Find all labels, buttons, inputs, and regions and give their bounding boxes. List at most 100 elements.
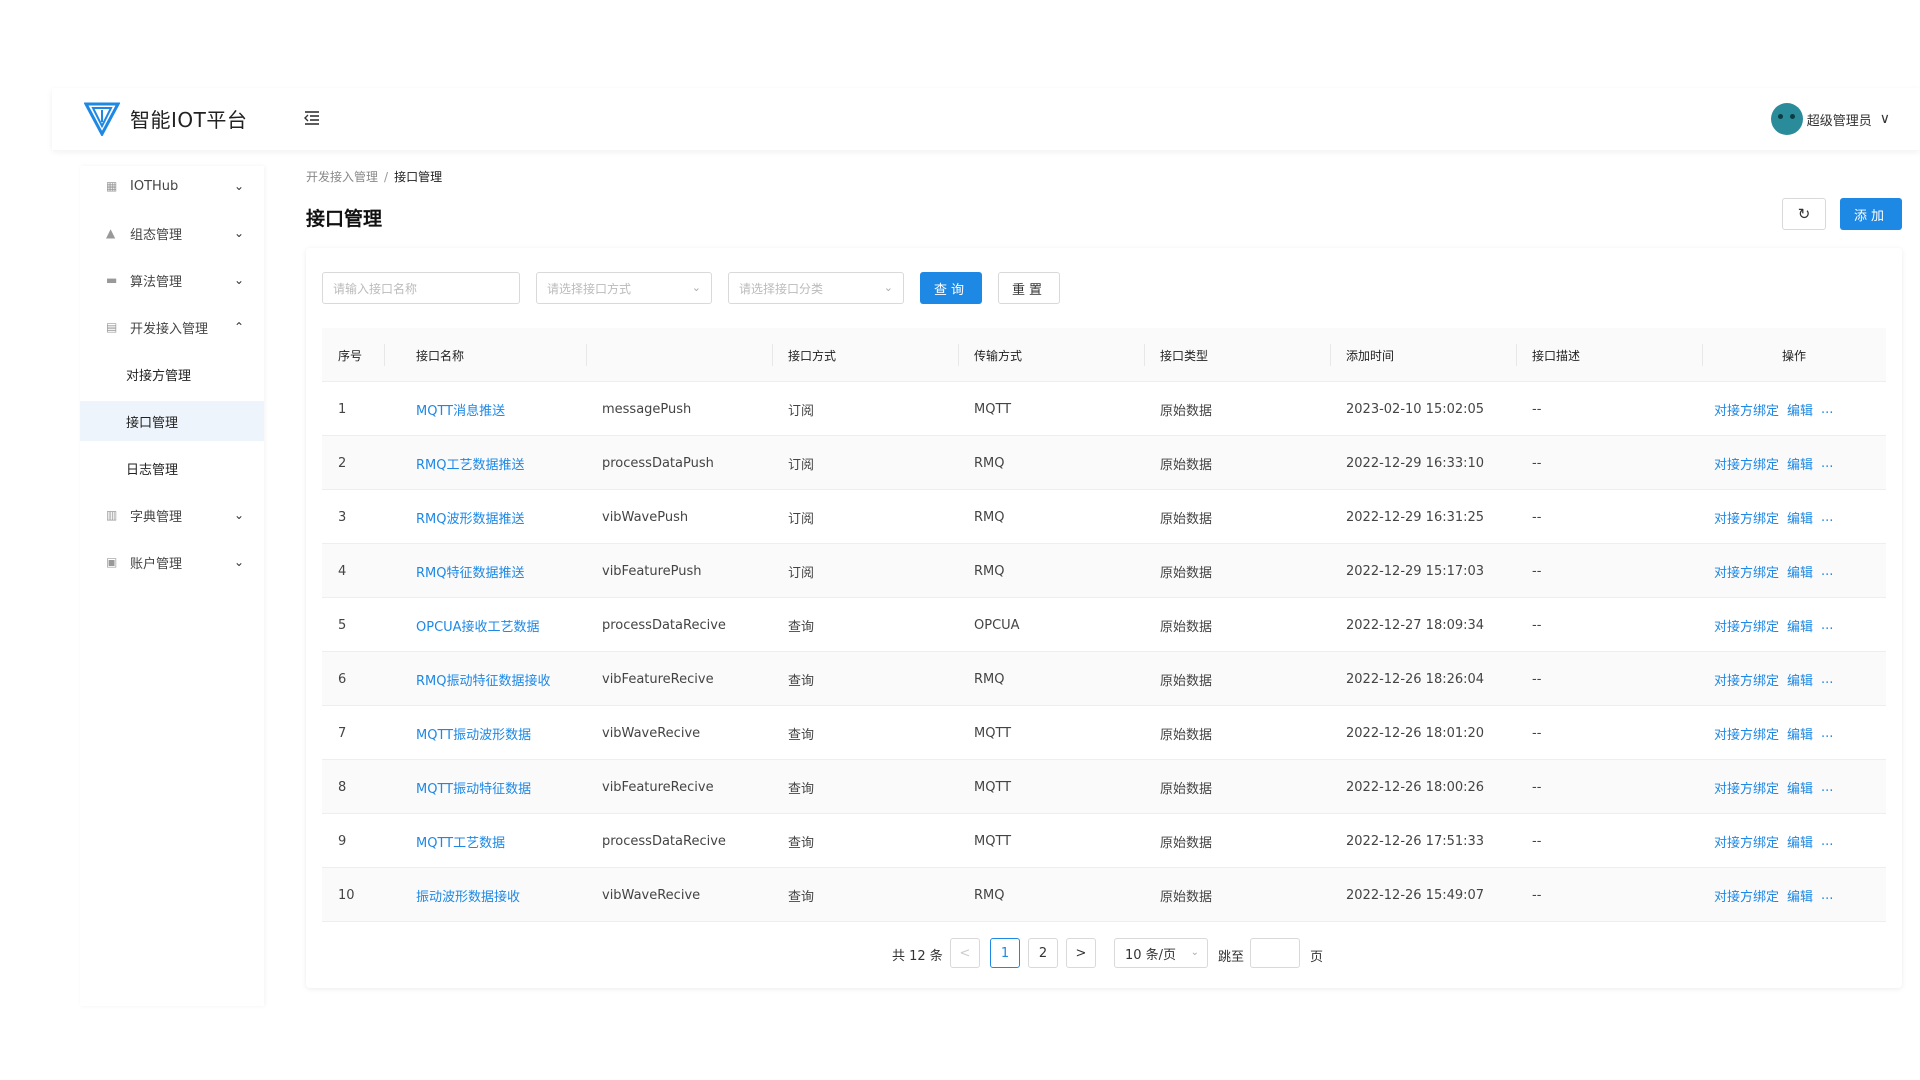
more-actions-link[interactable]: ... xyxy=(1821,510,1833,525)
col-header: 接口描述 xyxy=(1532,348,1581,363)
edit-link[interactable]: 编辑 xyxy=(1787,670,1813,689)
breadcrumb-parent[interactable]: 开发接入管理 xyxy=(306,170,378,184)
sidebar-subitem-interface[interactable]: 接口管理 xyxy=(80,401,264,441)
bind-partner-link[interactable]: 对接方绑定 xyxy=(1714,400,1779,419)
more-actions-link[interactable]: ... xyxy=(1821,564,1833,579)
select-placeholder: 请选择接口方式 xyxy=(547,281,632,296)
table-row: 7 MQTT振动波形数据 vibWaveRecive 查询 MQTT 原始数据 2022-1… xyxy=(322,706,1886,760)
bind-partner-link[interactable]: 对接方绑定 xyxy=(1714,616,1779,635)
bind-partner-link[interactable]: 对接方绑定 xyxy=(1714,670,1779,689)
cell-time: 2022-12-26 17:51:33 xyxy=(1346,833,1485,849)
col-header: 接口名称 xyxy=(416,348,465,363)
cell-name[interactable]: RMQ特征数据推送 xyxy=(416,544,524,598)
cell-name[interactable]: MQTT振动特征数据 xyxy=(416,760,531,814)
page-size-select[interactable]: 10 条/页 ⌄ xyxy=(1114,938,1208,968)
edit-link[interactable]: 编辑 xyxy=(1787,454,1813,473)
sidebar-item-dev-access[interactable]: ▤ 开发接入管理 ⌃ xyxy=(80,307,264,347)
bind-partner-link[interactable]: 对接方绑定 xyxy=(1714,454,1779,473)
bind-partner-link[interactable]: 对接方绑定 xyxy=(1714,778,1779,797)
cell-desc: -- xyxy=(1532,887,1542,903)
cell-name[interactable]: RMQ波形数据推送 xyxy=(416,490,524,544)
cell-no: 5 xyxy=(338,617,347,633)
cell-time: 2022-12-26 18:26:04 xyxy=(1346,671,1485,687)
add-button[interactable]: 添加 xyxy=(1840,198,1902,230)
page-button-2[interactable]: 2 xyxy=(1028,938,1058,968)
bind-partner-link[interactable]: 对接方绑定 xyxy=(1714,562,1779,581)
cell-name[interactable]: OPCUA接收工艺数据 xyxy=(416,598,540,652)
table-row: 1 MQTT消息推送 messagePush 订阅 MQTT 原始数据 2023-02-10… xyxy=(322,382,1886,436)
interface-category-select[interactable]: 请选择接口分类 ⌄ xyxy=(728,272,904,304)
edit-link[interactable]: 编辑 xyxy=(1787,886,1813,905)
next-page-button[interactable]: > xyxy=(1066,938,1096,968)
table-row: 3 RMQ波形数据推送 vibWavePush 订阅 RMQ 原始数据 2022-12-29… xyxy=(322,490,1886,544)
col-header: 操作 xyxy=(1782,348,1807,363)
cell-method: 查询 xyxy=(788,727,815,743)
sidebar-subitem-log[interactable]: 日志管理 xyxy=(80,448,264,488)
table-row: 5 OPCUA接收工艺数据 processDataRecive 查询 OPCUA 原始数据… xyxy=(322,598,1886,652)
prev-page-button[interactable]: < xyxy=(950,938,980,968)
cell-transport: RMQ xyxy=(974,455,1005,471)
more-actions-link[interactable]: ... xyxy=(1821,402,1833,417)
cell-code: processDataPush xyxy=(602,455,714,471)
cell-name[interactable]: RMQ振动特征数据接收 xyxy=(416,652,550,706)
cell-name[interactable]: 振动波形数据接收 xyxy=(416,868,520,922)
interface-table: 序号 接口名称 接口方式 传输方式 接口类型 添加时间 接口描述 操作 1 MQT… xyxy=(322,328,1886,922)
sidebar-item-dictionary[interactable]: ▥ 字典管理 ⌄ xyxy=(80,495,264,535)
cell-no: 1 xyxy=(338,401,347,417)
chevron-down-icon: ⌄ xyxy=(234,508,245,522)
edit-link[interactable]: 编辑 xyxy=(1787,616,1813,635)
cell-type: 原始数据 xyxy=(1160,565,1213,581)
cell-desc: -- xyxy=(1532,401,1542,417)
more-actions-link[interactable]: ... xyxy=(1821,780,1833,795)
cell-name[interactable]: RMQ工艺数据推送 xyxy=(416,436,524,490)
sidebar-subitem-partner[interactable]: 对接方管理 xyxy=(80,354,264,394)
refresh-button[interactable]: ↻ xyxy=(1782,198,1826,230)
query-button[interactable]: 查询 xyxy=(920,272,982,304)
cell-code: vibWavePush xyxy=(602,509,689,525)
bind-partner-link[interactable]: 对接方绑定 xyxy=(1714,832,1779,851)
page-button-1[interactable]: 1 xyxy=(990,938,1020,968)
cell-name[interactable]: MQTT消息推送 xyxy=(416,382,505,436)
cell-no: 9 xyxy=(338,833,347,849)
chevron-down-icon: ⌄ xyxy=(234,273,245,287)
cell-actions: 对接方绑定 编辑... xyxy=(1714,490,1841,544)
more-actions-link[interactable]: ... xyxy=(1821,834,1833,849)
cell-transport: MQTT xyxy=(974,779,1012,795)
sidebar-item-iothub[interactable]: ▦ IOTHub ⌄ xyxy=(80,166,264,206)
edit-link[interactable]: 编辑 xyxy=(1787,562,1813,581)
interface-method-select[interactable]: 请选择接口方式 ⌄ xyxy=(536,272,712,304)
sidebar-item-account[interactable]: ▣ 账户管理 ⌄ xyxy=(80,542,264,582)
pagination: 共 12 条 < 1 2 > 10 条/页 ⌄ 跳至 页 xyxy=(306,938,1902,970)
jump-page-input[interactable] xyxy=(1250,938,1300,968)
bind-partner-link[interactable]: 对接方绑定 xyxy=(1714,724,1779,743)
edit-link[interactable]: 编辑 xyxy=(1787,778,1813,797)
chevron-down-icon: ⌄ xyxy=(1190,947,1199,958)
more-actions-link[interactable]: ... xyxy=(1821,672,1833,687)
reset-button[interactable]: 重置 xyxy=(998,272,1060,304)
edit-link[interactable]: 编辑 xyxy=(1787,508,1813,527)
cell-method: 订阅 xyxy=(788,457,815,473)
cell-type: 原始数据 xyxy=(1160,403,1213,419)
edit-link[interactable]: 编辑 xyxy=(1787,400,1813,419)
cell-name[interactable]: MQTT振动波形数据 xyxy=(416,706,531,760)
cell-no: 2 xyxy=(338,455,347,471)
chevron-down-icon: ⌄ xyxy=(883,281,893,294)
app-logo[interactable]: 智能IOT平台 xyxy=(84,100,247,136)
cell-name[interactable]: MQTT工艺数据 xyxy=(416,814,505,868)
edit-link[interactable]: 编辑 xyxy=(1787,724,1813,743)
bind-partner-link[interactable]: 对接方绑定 xyxy=(1714,886,1779,905)
more-actions-link[interactable]: ... xyxy=(1821,888,1833,903)
more-actions-link[interactable]: ... xyxy=(1821,618,1833,633)
sidebar-item-configuration[interactable]: ▲ 组态管理 ⌄ xyxy=(80,213,264,253)
menu-toggle-icon[interactable] xyxy=(302,108,322,128)
edit-link[interactable]: 编辑 xyxy=(1787,832,1813,851)
cell-method: 查询 xyxy=(788,619,815,635)
bind-partner-link[interactable]: 对接方绑定 xyxy=(1714,508,1779,527)
more-actions-link[interactable]: ... xyxy=(1821,456,1833,471)
sidebar-item-algorithm[interactable]: ▬ 算法管理 ⌄ xyxy=(80,260,264,300)
interface-name-input[interactable]: 请输入接口名称 xyxy=(322,272,520,304)
more-actions-link[interactable]: ... xyxy=(1821,726,1833,741)
user-menu[interactable]: 超级管理员 ∨ xyxy=(1770,103,1890,135)
cell-code: processDataRecive xyxy=(602,833,726,849)
col-header: 序号 xyxy=(338,348,363,363)
